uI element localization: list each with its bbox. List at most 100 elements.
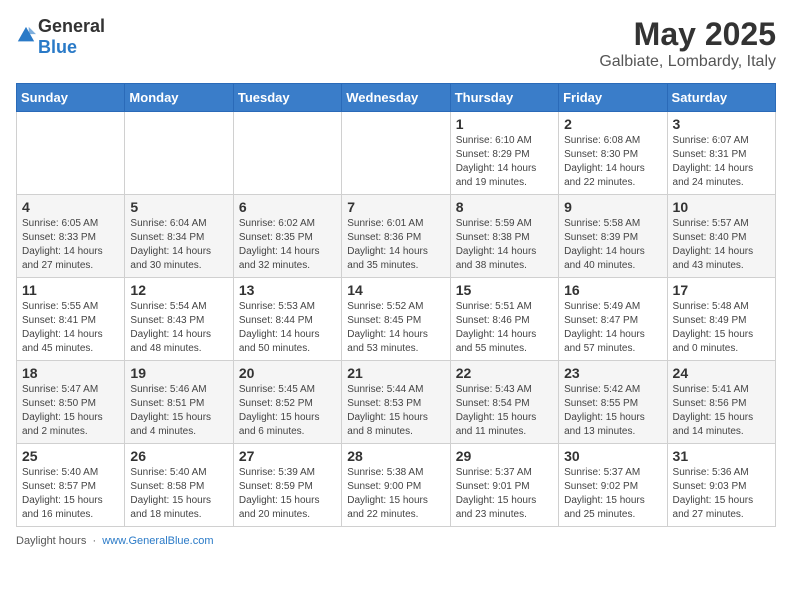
day-info: Sunrise: 6:10 AM Sunset: 8:29 PM Dayligh… <box>456 134 553 190</box>
day-info: Sunrise: 5:39 AM Sunset: 8:59 PM Dayligh… <box>239 466 336 522</box>
week-row-3: 11 Sunrise: 5:55 AM Sunset: 8:41 PM Dayli… <box>17 278 776 361</box>
calendar-cell: 22Sunrise: 5:43 AM Sunset: 8:54 PM Dayli… <box>450 361 558 444</box>
day-number: 25 <box>22 448 119 464</box>
calendar-cell: 5 Sunrise: 6:04 AM Sunset: 8:34 PM Daylig… <box>125 195 233 278</box>
weekday-header-thursday: Thursday <box>450 84 558 112</box>
day-info: Sunrise: 5:52 AM Sunset: 8:45 PM Dayligh… <box>347 300 444 356</box>
day-number: 19 <box>130 365 227 381</box>
day-info: Sunrise: 5:47 AM Sunset: 8:50 PM Dayligh… <box>22 383 119 439</box>
day-number: 13 <box>239 282 336 298</box>
day-number: 31 <box>673 448 770 464</box>
day-info: Sunrise: 6:02 AM Sunset: 8:35 PM Dayligh… <box>239 217 336 273</box>
calendar-cell: 27 Sunrise: 5:39 AM Sunset: 8:59 PM Dayli… <box>233 444 341 527</box>
calendar: SundayMondayTuesdayWednesdayThursdayFrid… <box>16 83 776 527</box>
day-number: 11 <box>22 282 119 298</box>
weekday-header-tuesday: Tuesday <box>233 84 341 112</box>
weekday-header-monday: Monday <box>125 84 233 112</box>
day-number: 26 <box>130 448 227 464</box>
day-number: 5 <box>130 199 227 215</box>
day-info: Sunrise: 6:04 AM Sunset: 8:34 PM Dayligh… <box>130 217 227 273</box>
logo-icon <box>16 25 36 45</box>
day-info: Sunrise: 5:41 AM Sunset: 8:56 PM Dayligh… <box>673 383 770 439</box>
calendar-cell: 24 Sunrise: 5:41 AM Sunset: 8:56 PM Dayli… <box>667 361 775 444</box>
calendar-cell: 11 Sunrise: 5:55 AM Sunset: 8:41 PM Dayli… <box>17 278 125 361</box>
calendar-cell: 31 Sunrise: 5:36 AM Sunset: 9:03 PM Dayli… <box>667 444 775 527</box>
day-number: 7 <box>347 199 444 215</box>
day-number: 18 <box>22 365 119 381</box>
day-info: Sunrise: 5:49 AM Sunset: 8:47 PM Dayligh… <box>564 300 661 356</box>
calendar-cell: 13 Sunrise: 5:53 AM Sunset: 8:44 PM Dayli… <box>233 278 341 361</box>
week-row-1: 1 Sunrise: 6:10 AM Sunset: 8:29 PM Daylig… <box>17 112 776 195</box>
calendar-cell: 23 Sunrise: 5:42 AM Sunset: 8:55 PM Dayli… <box>559 361 667 444</box>
day-number: 27 <box>239 448 336 464</box>
calendar-cell: 18 Sunrise: 5:47 AM Sunset: 8:50 PM Dayli… <box>17 361 125 444</box>
day-number: 12 <box>130 282 227 298</box>
calendar-cell: 15 Sunrise: 5:51 AM Sunset: 8:46 PM Dayli… <box>450 278 558 361</box>
calendar-cell: 19 Sunrise: 5:46 AM Sunset: 8:51 PM Dayli… <box>125 361 233 444</box>
day-number: 20 <box>239 365 336 381</box>
calendar-cell: 14 Sunrise: 5:52 AM Sunset: 8:45 PM Dayli… <box>342 278 450 361</box>
day-info: Sunrise: 5:59 AM Sunset: 8:38 PM Dayligh… <box>456 217 553 273</box>
calendar-cell: 30 Sunrise: 5:37 AM Sunset: 9:02 PM Dayli… <box>559 444 667 527</box>
week-row-5: 25 Sunrise: 5:40 AM Sunset: 8:57 PM Dayli… <box>17 444 776 527</box>
day-info: Sunrise: 5:55 AM Sunset: 8:41 PM Dayligh… <box>22 300 119 356</box>
weekday-header-saturday: Saturday <box>667 84 775 112</box>
day-info: Sunrise: 5:53 AM Sunset: 8:44 PM Dayligh… <box>239 300 336 356</box>
day-number: 28 <box>347 448 444 464</box>
calendar-cell: 28Sunrise: 5:38 AM Sunset: 9:00 PM Dayli… <box>342 444 450 527</box>
day-number: 9 <box>564 199 661 215</box>
footer-text: Daylight hours <box>16 535 86 547</box>
calendar-cell: 2 Sunrise: 6:08 AM Sunset: 8:30 PM Daylig… <box>559 112 667 195</box>
week-row-2: 4Sunrise: 6:05 AM Sunset: 8:33 PM Daylig… <box>17 195 776 278</box>
day-info: Sunrise: 5:44 AM Sunset: 8:53 PM Dayligh… <box>347 383 444 439</box>
day-number: 8 <box>456 199 553 215</box>
calendar-cell <box>342 112 450 195</box>
header: General Blue May 2025 Galbiate, Lombardy… <box>16 16 776 71</box>
logo-general-text: General <box>38 16 105 36</box>
day-info: Sunrise: 5:42 AM Sunset: 8:55 PM Dayligh… <box>564 383 661 439</box>
month-title: May 2025 <box>599 16 776 53</box>
weekday-header-sunday: Sunday <box>17 84 125 112</box>
day-info: Sunrise: 5:37 AM Sunset: 9:02 PM Dayligh… <box>564 466 661 522</box>
day-info: Sunrise: 5:57 AM Sunset: 8:40 PM Dayligh… <box>673 217 770 273</box>
calendar-cell: 8 Sunrise: 5:59 AM Sunset: 8:38 PM Daylig… <box>450 195 558 278</box>
calendar-cell: 6 Sunrise: 6:02 AM Sunset: 8:35 PM Daylig… <box>233 195 341 278</box>
logo: General Blue <box>16 16 105 58</box>
weekday-header-wednesday: Wednesday <box>342 84 450 112</box>
day-info: Sunrise: 5:40 AM Sunset: 8:57 PM Dayligh… <box>22 466 119 522</box>
location-title: Galbiate, Lombardy, Italy <box>599 53 776 71</box>
day-info: Sunrise: 6:07 AM Sunset: 8:31 PM Dayligh… <box>673 134 770 190</box>
day-info: Sunrise: 6:08 AM Sunset: 8:30 PM Dayligh… <box>564 134 661 190</box>
day-number: 30 <box>564 448 661 464</box>
day-number: 2 <box>564 116 661 132</box>
day-number: 15 <box>456 282 553 298</box>
calendar-cell: 20 Sunrise: 5:45 AM Sunset: 8:52 PM Dayli… <box>233 361 341 444</box>
day-info: Sunrise: 5:36 AM Sunset: 9:03 PM Dayligh… <box>673 466 770 522</box>
day-info: Sunrise: 5:58 AM Sunset: 8:39 PM Dayligh… <box>564 217 661 273</box>
day-info: Sunrise: 5:40 AM Sunset: 8:58 PM Dayligh… <box>130 466 227 522</box>
calendar-cell: 4Sunrise: 6:05 AM Sunset: 8:33 PM Daylig… <box>17 195 125 278</box>
calendar-cell: 1 Sunrise: 6:10 AM Sunset: 8:29 PM Daylig… <box>450 112 558 195</box>
day-info: Sunrise: 5:46 AM Sunset: 8:51 PM Dayligh… <box>130 383 227 439</box>
day-number: 23 <box>564 365 661 381</box>
week-row-4: 18 Sunrise: 5:47 AM Sunset: 8:50 PM Dayli… <box>17 361 776 444</box>
day-info: Sunrise: 5:48 AM Sunset: 8:49 PM Dayligh… <box>673 300 770 356</box>
logo-blue-text: Blue <box>38 37 77 57</box>
calendar-cell <box>233 112 341 195</box>
day-info: Sunrise: 5:51 AM Sunset: 8:46 PM Dayligh… <box>456 300 553 356</box>
day-number: 6 <box>239 199 336 215</box>
day-number: 1 <box>456 116 553 132</box>
calendar-cell: 21Sunrise: 5:44 AM Sunset: 8:53 PM Dayli… <box>342 361 450 444</box>
day-info: Sunrise: 5:54 AM Sunset: 8:43 PM Dayligh… <box>130 300 227 356</box>
calendar-cell: 25 Sunrise: 5:40 AM Sunset: 8:57 PM Dayli… <box>17 444 125 527</box>
calendar-cell: 12 Sunrise: 5:54 AM Sunset: 8:43 PM Dayli… <box>125 278 233 361</box>
day-number: 22 <box>456 365 553 381</box>
calendar-cell <box>17 112 125 195</box>
footer-link[interactable]: www.GeneralBlue.com <box>102 535 213 547</box>
day-number: 14 <box>347 282 444 298</box>
calendar-cell <box>125 112 233 195</box>
day-info: Sunrise: 5:45 AM Sunset: 8:52 PM Dayligh… <box>239 383 336 439</box>
day-number: 24 <box>673 365 770 381</box>
calendar-cell: 16Sunrise: 5:49 AM Sunset: 8:47 PM Dayli… <box>559 278 667 361</box>
day-info: Sunrise: 6:01 AM Sunset: 8:36 PM Dayligh… <box>347 217 444 273</box>
